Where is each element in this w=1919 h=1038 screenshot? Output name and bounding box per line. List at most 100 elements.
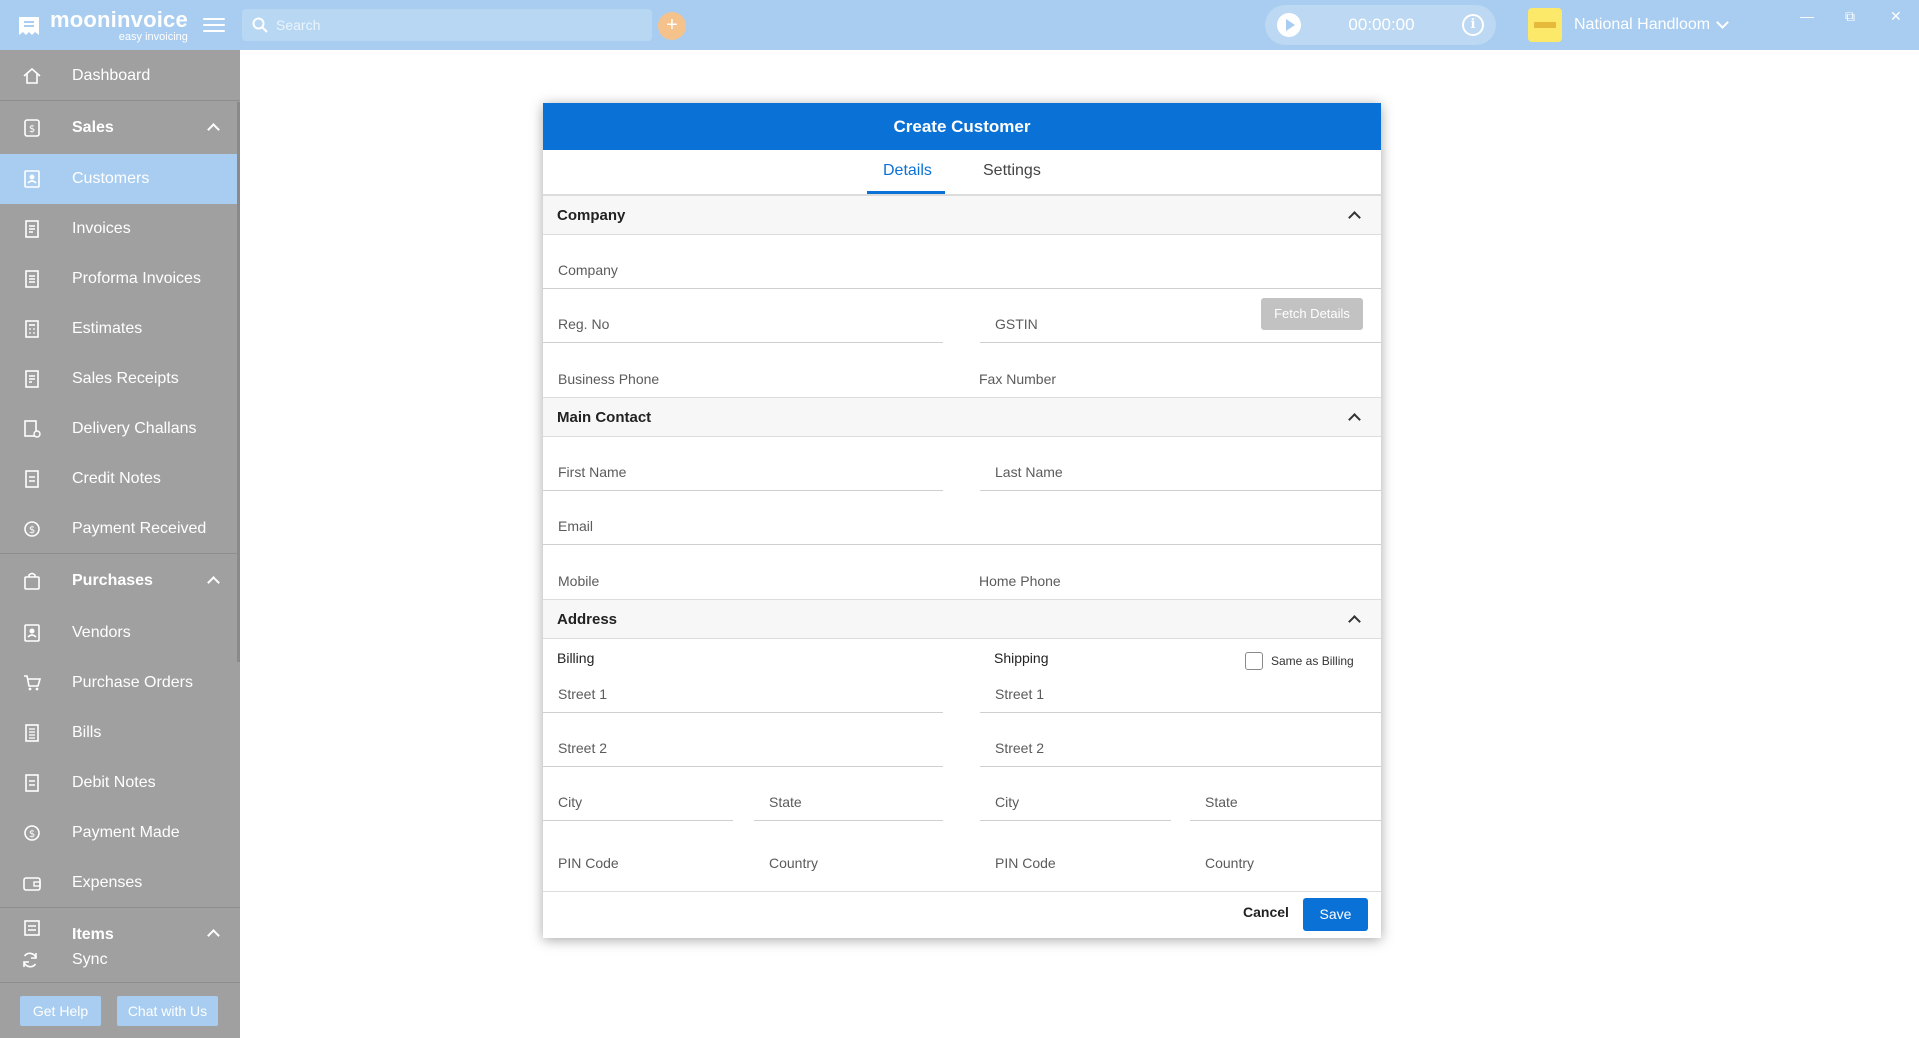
chevron-up-icon[interactable] bbox=[1348, 615, 1361, 628]
sidebar-item-label: Invoices bbox=[72, 220, 131, 237]
billing-country-field[interactable] bbox=[754, 821, 964, 881]
same-as-billing-toggle[interactable]: Same as Billing bbox=[1245, 652, 1354, 670]
brand-name: mooninvoice bbox=[50, 7, 188, 32]
home-phone-field[interactable] bbox=[964, 545, 1381, 599]
sidebar-item-delivery-challans[interactable]: Delivery Challans bbox=[0, 404, 240, 454]
company-section-header[interactable]: Company bbox=[543, 195, 1381, 235]
sidebar-item-credit-notes[interactable]: Credit Notes bbox=[0, 454, 240, 504]
company-field[interactable] bbox=[543, 235, 1381, 289]
sidebar-item-vendors[interactable]: Vendors bbox=[0, 608, 240, 658]
home-phone-input[interactable] bbox=[964, 573, 1381, 589]
chevron-up-icon[interactable] bbox=[1348, 211, 1361, 224]
sidebar-item-proforma-invoices[interactable]: Proforma Invoices bbox=[0, 254, 240, 304]
chat-with-us-button[interactable]: Chat with Us bbox=[117, 996, 218, 1026]
business-phone-input[interactable] bbox=[543, 371, 962, 387]
shipping-country-input[interactable] bbox=[1190, 855, 1381, 871]
moon-invoice-logo-icon bbox=[16, 13, 42, 39]
email-input[interactable] bbox=[543, 518, 1381, 534]
billing-street1-input[interactable] bbox=[543, 686, 943, 702]
close-window-button[interactable]: ✕ bbox=[1890, 8, 1902, 25]
mobile-input[interactable] bbox=[543, 573, 962, 589]
shipping-street1-field[interactable] bbox=[980, 673, 1381, 713]
shipping-pin-field[interactable] bbox=[980, 821, 1190, 881]
shipping-state-input[interactable] bbox=[1190, 794, 1381, 810]
top-bar: mooninvoice easy invoicing + 00:00:00 i … bbox=[0, 0, 1919, 50]
billing-state-field[interactable] bbox=[754, 767, 943, 821]
last-name-input[interactable] bbox=[980, 464, 1381, 480]
sidebar-item-bills[interactable]: Bills bbox=[0, 708, 240, 758]
sidebar-section-label: Sales bbox=[72, 119, 114, 136]
minimize-button[interactable]: — bbox=[1800, 8, 1814, 24]
quick-add-button[interactable]: + bbox=[658, 12, 686, 40]
fax-number-field[interactable] bbox=[964, 343, 1381, 397]
first-name-field[interactable] bbox=[543, 437, 943, 491]
sidebar-item-sales-receipts[interactable]: Sales Receipts bbox=[0, 354, 240, 404]
billing-state-input[interactable] bbox=[754, 794, 943, 810]
billing-city-field[interactable] bbox=[543, 767, 733, 821]
fetch-details-button[interactable]: Fetch Details bbox=[1261, 298, 1363, 330]
brand-tagline: easy invoicing bbox=[118, 31, 188, 43]
reg-no-input[interactable] bbox=[543, 316, 943, 332]
sidebar-section-label: Items bbox=[72, 926, 114, 942]
sidebar-item-purchase-orders[interactable]: Purchase Orders bbox=[0, 658, 240, 708]
sidebar-section-sales[interactable]: $ Sales bbox=[0, 103, 240, 153]
shipping-city-input[interactable] bbox=[980, 794, 1171, 810]
mobile-field[interactable] bbox=[543, 545, 962, 599]
company-switcher[interactable]: National Handloom bbox=[1528, 8, 1729, 42]
get-help-button[interactable]: Get Help bbox=[20, 996, 101, 1026]
email-field[interactable] bbox=[543, 491, 1381, 545]
shipping-pin-input[interactable] bbox=[980, 855, 1190, 871]
fax-number-input[interactable] bbox=[964, 371, 1381, 387]
shipping-country-field[interactable] bbox=[1190, 821, 1381, 881]
billing-pin-field[interactable] bbox=[543, 821, 753, 881]
sidebar-item-expenses[interactable]: Expenses bbox=[0, 858, 240, 908]
shipping-street2-field[interactable] bbox=[980, 713, 1381, 767]
sidebar-item-estimates[interactable]: Estimates bbox=[0, 304, 240, 354]
menu-toggle-icon[interactable] bbox=[203, 15, 225, 35]
chevron-up-icon bbox=[207, 929, 220, 942]
business-phone-field[interactable] bbox=[543, 343, 962, 397]
search-input[interactable] bbox=[276, 17, 636, 33]
dialog-tabs: Details Settings bbox=[543, 150, 1381, 195]
billing-street1-field[interactable] bbox=[543, 673, 943, 713]
app-logo[interactable]: mooninvoice easy invoicing bbox=[16, 9, 188, 43]
chevron-up-icon[interactable] bbox=[1348, 413, 1361, 426]
sidebar-scrollbar[interactable] bbox=[237, 102, 240, 662]
tab-details[interactable]: Details bbox=[883, 162, 932, 180]
reg-no-field[interactable] bbox=[543, 289, 943, 343]
shipping-street1-input[interactable] bbox=[980, 686, 1381, 702]
sidebar-item-payment-made[interactable]: $ Payment Made bbox=[0, 808, 240, 858]
billing-pin-input[interactable] bbox=[543, 855, 753, 871]
address-section-header[interactable]: Address bbox=[543, 599, 1381, 639]
billing-street2-field[interactable] bbox=[543, 713, 943, 767]
sidebar-section-purchases[interactable]: Purchases bbox=[0, 556, 240, 606]
play-icon[interactable] bbox=[1277, 13, 1301, 37]
main-contact-section-header[interactable]: Main Contact bbox=[543, 397, 1381, 437]
same-as-billing-checkbox[interactable] bbox=[1245, 652, 1263, 670]
billing-city-input[interactable] bbox=[543, 794, 733, 810]
shipping-state-field[interactable] bbox=[1190, 767, 1381, 821]
search-box[interactable] bbox=[242, 9, 652, 41]
shipping-street2-input[interactable] bbox=[980, 740, 1381, 756]
tab-settings[interactable]: Settings bbox=[983, 162, 1041, 180]
sidebar-item-label: Credit Notes bbox=[72, 470, 161, 487]
save-button[interactable]: Save bbox=[1303, 898, 1368, 931]
company-input[interactable] bbox=[543, 262, 1381, 278]
info-icon[interactable]: i bbox=[1462, 14, 1484, 36]
billing-country-input[interactable] bbox=[754, 855, 964, 871]
timer-value: 00:00:00 bbox=[1348, 15, 1415, 34]
sidebar-item-payment-received[interactable]: $ Payment Received bbox=[0, 504, 240, 554]
sidebar-item-dashboard[interactable]: Dashboard bbox=[0, 51, 240, 101]
sync-button[interactable]: Sync bbox=[0, 942, 240, 978]
restore-button[interactable]: ⧉ bbox=[1845, 8, 1855, 25]
shipping-city-field[interactable] bbox=[980, 767, 1171, 821]
sidebar-item-customers[interactable]: Customers bbox=[0, 154, 240, 204]
last-name-field[interactable] bbox=[980, 437, 1381, 491]
create-customer-dialog: Create Customer Details Settings Company… bbox=[543, 103, 1381, 938]
sidebar-item-debit-notes[interactable]: Debit Notes bbox=[0, 758, 240, 808]
sidebar-item-invoices[interactable]: Invoices bbox=[0, 204, 240, 254]
cancel-button[interactable]: Cancel bbox=[1243, 904, 1289, 920]
first-name-input[interactable] bbox=[543, 464, 943, 480]
billing-street2-input[interactable] bbox=[543, 740, 943, 756]
sidebar-section-items[interactable]: Items bbox=[0, 912, 240, 942]
